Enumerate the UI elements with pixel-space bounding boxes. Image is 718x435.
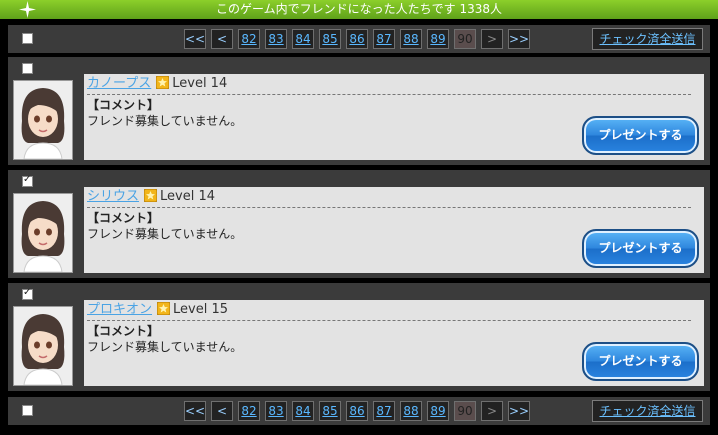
comment-text: フレンド募集していません。 bbox=[87, 340, 243, 354]
page-link[interactable]: 83 bbox=[265, 29, 287, 49]
friend-row: カノープス Level 14 【コメント】 フレンド募集していません。 プレゼント… bbox=[8, 57, 710, 165]
comment-text: フレンド募集していません。 bbox=[87, 114, 243, 128]
last-page-button[interactable]: >> bbox=[508, 401, 530, 421]
present-button[interactable]: プレゼントする bbox=[582, 342, 699, 381]
page-link[interactable]: 88 bbox=[400, 401, 422, 421]
page-title: このゲーム内でフレンドになった人たちです 1338人 bbox=[216, 2, 502, 16]
friend-name-row: プロキオン Level 15 bbox=[87, 301, 691, 321]
page-link[interactable]: 85 bbox=[319, 401, 341, 421]
page-link[interactable]: 86 bbox=[346, 401, 368, 421]
page-link[interactable]: 87 bbox=[373, 401, 395, 421]
sparkle-icon bbox=[19, 1, 36, 18]
friend-level: Level 15 bbox=[173, 302, 229, 317]
friend-row: プロキオン Level 15 【コメント】 フレンド募集していません。 プレゼント… bbox=[8, 283, 710, 391]
friend-row: シリウス Level 14 【コメント】 フレンド募集していません。 プレゼントす… bbox=[8, 170, 710, 278]
page-link[interactable]: 84 bbox=[292, 401, 314, 421]
prev-page-button[interactable]: < bbox=[211, 29, 233, 49]
current-page: 90 bbox=[454, 29, 476, 49]
star-icon bbox=[143, 188, 158, 203]
select-all-checkbox[interactable] bbox=[22, 405, 33, 416]
present-button[interactable]: プレゼントする bbox=[582, 229, 699, 268]
pagination: << < 82 83 84 85 86 87 88 89 90 > >> bbox=[184, 401, 530, 421]
send-checked-button[interactable]: チェック済全送信 bbox=[592, 28, 703, 50]
page-link[interactable]: 89 bbox=[427, 401, 449, 421]
avatar[interactable] bbox=[13, 306, 73, 386]
friend-checkbox[interactable] bbox=[22, 287, 33, 300]
page-link[interactable]: 88 bbox=[400, 29, 422, 49]
star-icon bbox=[156, 301, 171, 316]
page-link[interactable]: 82 bbox=[238, 29, 260, 49]
prev-page-button[interactable]: < bbox=[211, 401, 233, 421]
friend-info-panel: カノープス Level 14 【コメント】 フレンド募集していません。 プレゼント… bbox=[84, 74, 704, 160]
friend-checkbox[interactable] bbox=[22, 63, 33, 74]
page-link[interactable]: 83 bbox=[265, 401, 287, 421]
friend-level: Level 14 bbox=[160, 189, 216, 204]
friend-info-panel: プロキオン Level 15 【コメント】 フレンド募集していません。 プレゼント… bbox=[84, 300, 704, 386]
next-page-button[interactable]: > bbox=[481, 401, 503, 421]
comment-label: 【コメント】 bbox=[87, 324, 160, 338]
friend-level: Level 14 bbox=[172, 76, 228, 91]
next-page-button[interactable]: > bbox=[481, 29, 503, 49]
avatar[interactable] bbox=[13, 80, 73, 160]
friend-checkbox[interactable] bbox=[22, 174, 33, 187]
page-link[interactable]: 86 bbox=[346, 29, 368, 49]
friend-name-link[interactable]: シリウス bbox=[87, 189, 139, 204]
avatar[interactable] bbox=[13, 193, 73, 273]
last-page-button[interactable]: >> bbox=[508, 29, 530, 49]
present-button[interactable]: プレゼントする bbox=[582, 116, 699, 155]
friend-name-link[interactable]: カノープス bbox=[87, 76, 151, 91]
friend-name-row: シリウス Level 14 bbox=[87, 188, 691, 208]
first-page-button[interactable]: << bbox=[184, 29, 206, 49]
page-link[interactable]: 89 bbox=[427, 29, 449, 49]
comment-label: 【コメント】 bbox=[87, 98, 160, 112]
first-page-button[interactable]: << bbox=[184, 401, 206, 421]
friend-name-link[interactable]: プロキオン bbox=[87, 302, 152, 317]
pager-bar-top: << < 82 83 84 85 86 87 88 89 90 > >> チェッ… bbox=[8, 25, 710, 53]
pagination: << < 82 83 84 85 86 87 88 89 90 > >> bbox=[184, 29, 530, 49]
page-header: このゲーム内でフレンドになった人たちです 1338人 bbox=[0, 0, 718, 19]
pager-bar-bottom: << < 82 83 84 85 86 87 88 89 90 > >> チェッ… bbox=[8, 397, 710, 425]
friend-name-row: カノープス Level 14 bbox=[87, 75, 691, 95]
send-checked-button[interactable]: チェック済全送信 bbox=[592, 400, 703, 422]
star-icon bbox=[155, 75, 170, 90]
current-page: 90 bbox=[454, 401, 476, 421]
select-all-checkbox[interactable] bbox=[22, 33, 33, 44]
page-link[interactable]: 84 bbox=[292, 29, 314, 49]
page-link[interactable]: 85 bbox=[319, 29, 341, 49]
friend-info-panel: シリウス Level 14 【コメント】 フレンド募集していません。 プレゼントす… bbox=[84, 187, 704, 273]
comment-label: 【コメント】 bbox=[87, 211, 160, 225]
page-link[interactable]: 87 bbox=[373, 29, 395, 49]
page-link[interactable]: 82 bbox=[238, 401, 260, 421]
comment-text: フレンド募集していません。 bbox=[87, 227, 243, 241]
